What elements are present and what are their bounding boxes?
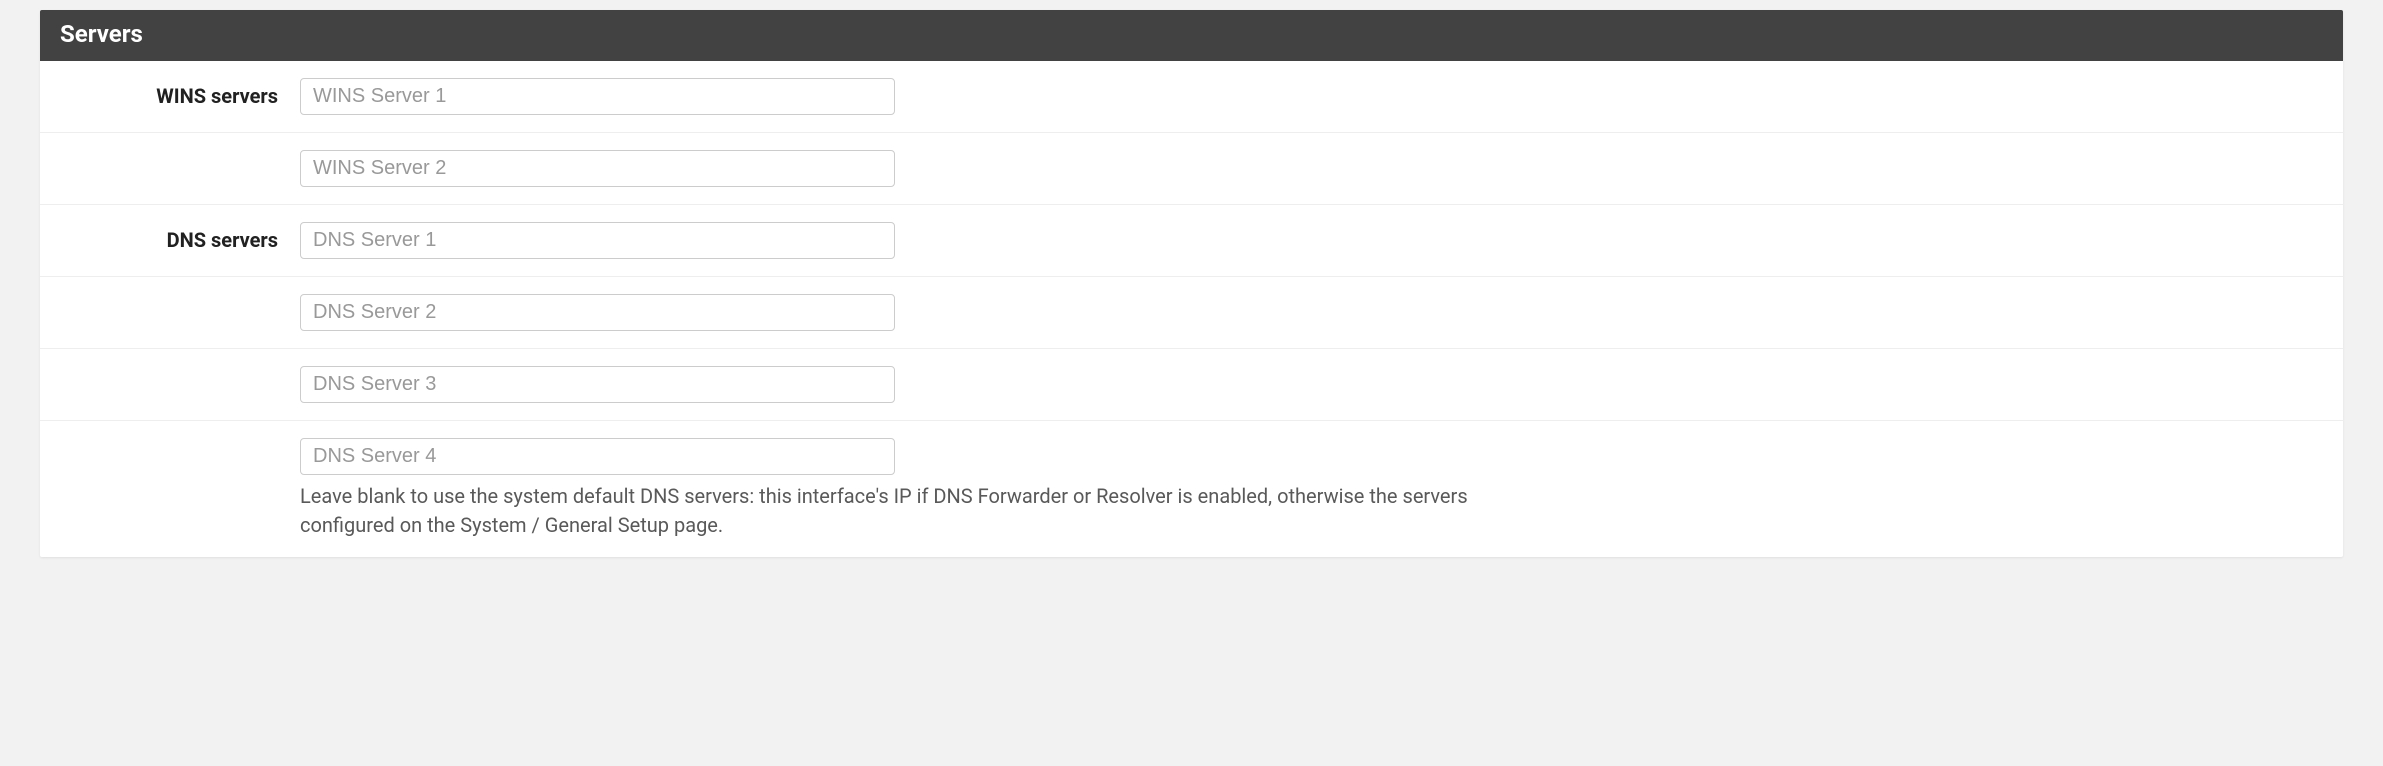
dns-server-3-input[interactable] — [300, 366, 895, 403]
dns-server-2-label-spacer — [60, 294, 300, 300]
dns-server-1-row: DNS servers — [40, 205, 2343, 277]
dns-server-2-row — [40, 277, 2343, 349]
panel-title: Servers — [40, 10, 2343, 61]
dns-server-1-wrap — [300, 222, 2323, 259]
wins-server-2-row — [40, 133, 2343, 205]
wins-server-1-row: WINS servers — [40, 61, 2343, 133]
wins-server-1-input[interactable] — [300, 78, 895, 115]
dns-servers-label: DNS servers — [60, 222, 300, 252]
dns-server-2-wrap — [300, 294, 2323, 331]
dns-server-4-input[interactable] — [300, 438, 895, 475]
wins-server-1-wrap — [300, 78, 2323, 115]
dns-server-4-wrap: Leave blank to use the system default DN… — [300, 438, 2323, 540]
dns-server-2-input[interactable] — [300, 294, 895, 331]
wins-server-2-wrap — [300, 150, 2323, 187]
dns-server-3-label-spacer — [60, 366, 300, 372]
dns-server-1-input[interactable] — [300, 222, 895, 259]
wins-servers-label: WINS servers — [60, 78, 300, 108]
dns-help-text: Leave blank to use the system default DN… — [300, 482, 1530, 540]
dns-server-4-label-spacer — [60, 438, 300, 444]
servers-panel: Servers WINS servers DNS servers — [40, 10, 2343, 557]
dns-server-4-row: Leave blank to use the system default DN… — [40, 421, 2343, 557]
dns-server-3-row — [40, 349, 2343, 421]
wins-server-2-input[interactable] — [300, 150, 895, 187]
wins-server-2-label-spacer — [60, 150, 300, 156]
dns-server-3-wrap — [300, 366, 2323, 403]
